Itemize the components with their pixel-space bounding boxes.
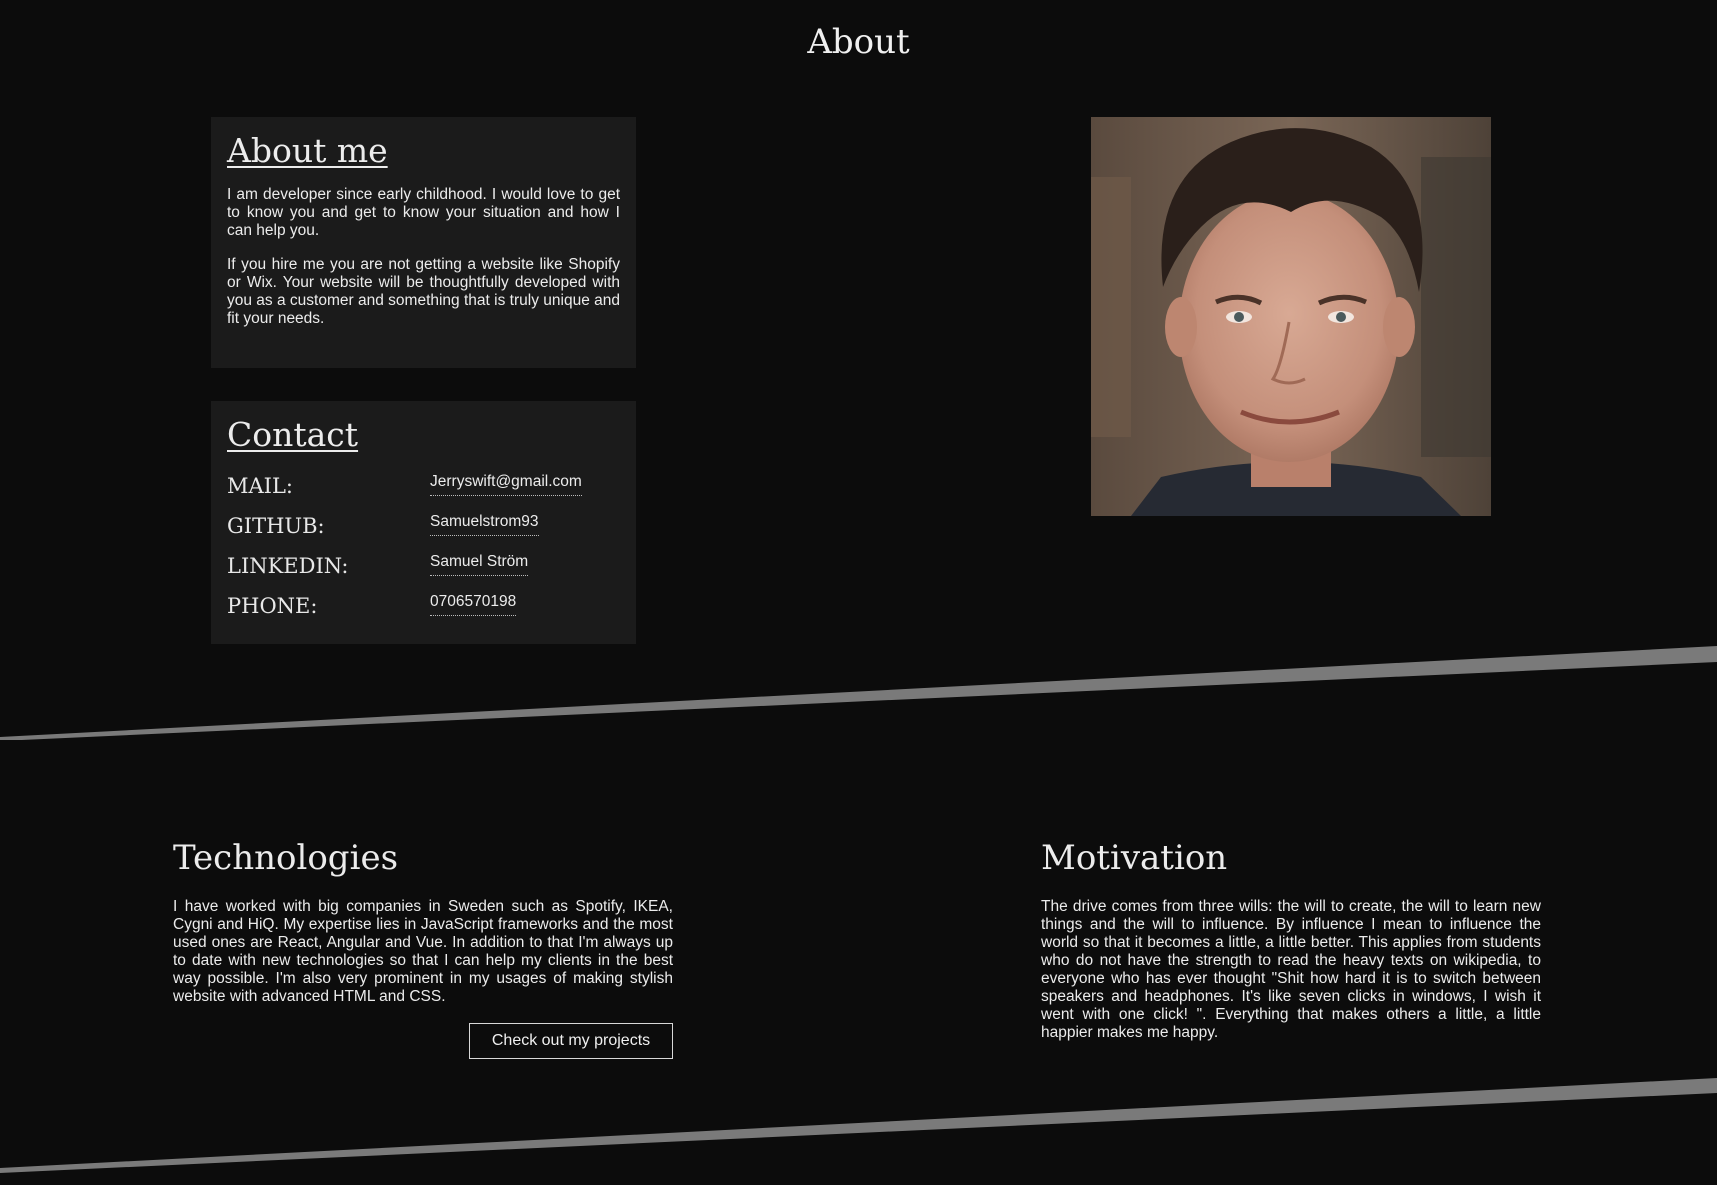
technologies-section: Technologies I have worked with big comp… [173,838,673,1006]
about-me-paragraph: If you hire me you are not getting a web… [227,256,620,327]
page-title: About [807,22,910,62]
github-link[interactable]: Samuelstrom93 [430,510,539,536]
linkedin-link[interactable]: Samuel Ström [430,550,529,576]
contact-card: Contact MAIL: Jerryswift@gmail.com GITHU… [211,401,636,644]
phone-link[interactable]: 0706570198 [430,590,517,616]
contact-label-linkedin: LINKEDIN: [227,554,349,578]
technologies-text: I have worked with big companies in Swed… [173,898,673,1005]
about-page: About About me I am developer since earl… [0,0,1717,1185]
contact-heading: Contact [227,415,359,454]
motivation-section: Motivation The drive comes from three wi… [1041,838,1541,1042]
contact-label-phone: PHONE: [227,594,318,618]
profile-photo [1091,117,1491,516]
contact-list: MAIL: Jerryswift@gmail.com GITHUB: Samue… [227,470,620,623]
contact-label-mail: MAIL: [227,474,293,498]
check-out-projects-button[interactable]: Check out my projects [469,1023,673,1059]
about-me-paragraph: I am developer since early childhood. I … [227,186,620,239]
about-me-heading: About me [227,131,388,170]
technologies-heading: Technologies [173,838,399,878]
slanted-divider-top [0,646,1717,740]
slanted-divider-bottom [0,1078,1717,1173]
contact-label-github: GITHUB: [227,514,325,538]
motivation-text: The drive comes from three wills: the wi… [1041,898,1541,1041]
motivation-heading: Motivation [1041,838,1228,878]
about-me-card: About me I am developer since early chil… [211,117,636,368]
mail-link[interactable]: Jerryswift@gmail.com [430,470,582,496]
